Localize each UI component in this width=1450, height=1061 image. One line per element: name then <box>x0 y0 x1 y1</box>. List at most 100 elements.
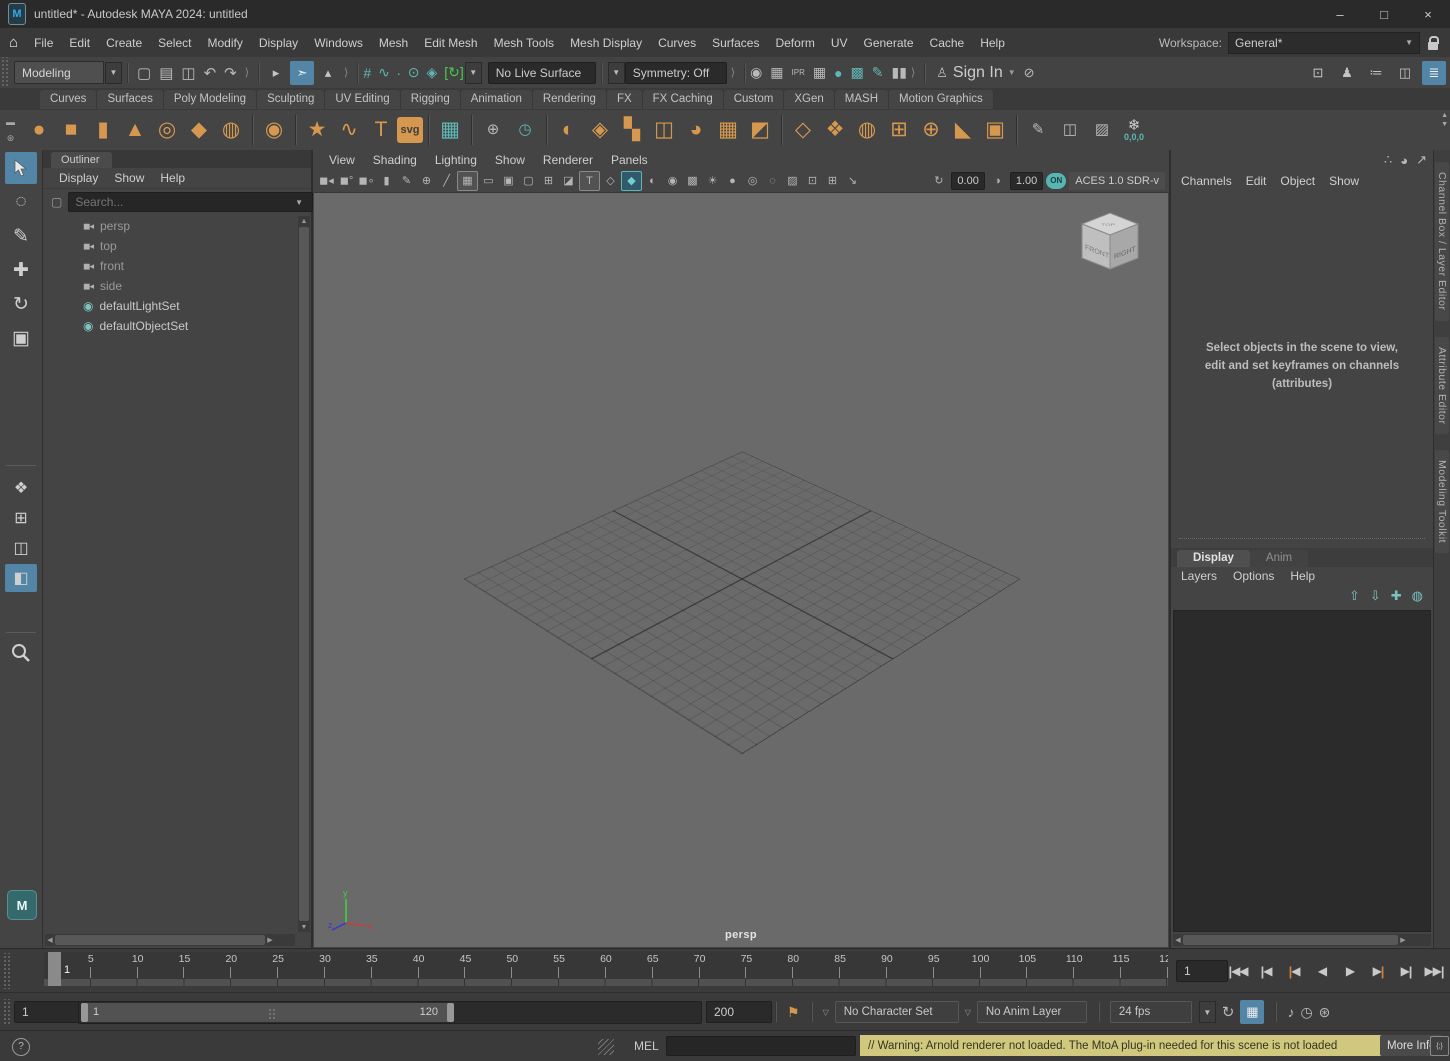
move-layer-up-icon[interactable]: ⇧ <box>1349 588 1360 604</box>
crease-tool-icon[interactable]: ✎ <box>1022 113 1054 147</box>
separator[interactable] <box>1011 115 1022 145</box>
outliner-hscrollbar[interactable]: ◀ ▶ <box>45 934 295 946</box>
list-item[interactable]: ◼◂ front <box>43 256 297 276</box>
sign-in-button[interactable]: ♙ Sign In ▼ <box>936 64 1015 82</box>
menu-item[interactable]: Object <box>1280 172 1315 190</box>
anim-layer-select[interactable]: No Anim Layer <box>977 1001 1087 1023</box>
bridge-icon[interactable]: ❖ <box>819 113 851 147</box>
menu-item[interactable]: Create <box>98 32 150 54</box>
menu-item[interactable]: Show <box>1329 172 1359 190</box>
wireframe-on-shaded-icon[interactable]: ▩ <box>687 174 697 187</box>
move-layer-down-icon[interactable]: ⇩ <box>1370 588 1381 604</box>
shelf-tab[interactable]: MASH <box>835 90 889 109</box>
quad-draw-icon[interactable]: ⊞ <box>883 113 915 147</box>
project-curve-icon[interactable]: ◍ <box>851 113 883 147</box>
poly-cone-icon[interactable]: ▲ <box>119 113 151 147</box>
chevron-down-icon[interactable]: ▽ <box>965 1008 971 1017</box>
menu-item[interactable]: Edit <box>1246 172 1267 190</box>
shelf-tab[interactable]: XGen <box>784 90 834 109</box>
symmetry-arrow[interactable]: ▼ <box>608 62 625 84</box>
channel-box-icon[interactable]: ≔ <box>1370 65 1383 81</box>
occlusion-icon[interactable]: ◎ <box>748 174 758 187</box>
minimize-icon[interactable]: – <box>1318 0 1362 28</box>
attribute-editor-icon[interactable]: ◫ <box>1399 65 1411 81</box>
evaluation-toolkit-icon[interactable]: ⊛ <box>1319 1004 1331 1021</box>
separator[interactable] <box>541 115 552 145</box>
resolution-gate-icon[interactable]: ▣ <box>503 174 513 187</box>
poly-helix-icon[interactable]: ∿ <box>333 113 365 147</box>
step-forward-key-button[interactable]: ▶| <box>1373 964 1384 979</box>
snap-options-arrow[interactable]: ▼ <box>465 62 482 84</box>
character-set-select[interactable]: No Character Set <box>835 1001 959 1023</box>
live-surface-field[interactable]: No Live Surface <box>488 62 596 84</box>
shelf-gear-icon[interactable]: ⊛ <box>6 133 15 144</box>
channel-graph-icon[interactable]: ↗ <box>1416 152 1427 168</box>
close-icon[interactable]: × <box>1406 0 1450 28</box>
workspace-select[interactable]: General*▼ <box>1228 32 1420 54</box>
go-to-start-button[interactable]: |◀◀ <box>1228 964 1247 979</box>
render-view-icon[interactable]: ◉ <box>750 64 762 81</box>
layout-two-pane[interactable]: ◫ <box>13 538 28 558</box>
search-input[interactable] <box>68 192 313 212</box>
undo-icon[interactable]: ↶ <box>204 64 217 82</box>
range-grip[interactable] <box>268 1008 276 1020</box>
range-slider-track[interactable]: 1 120 <box>78 1001 702 1024</box>
menu-item[interactable]: Panels <box>603 149 656 171</box>
menu-item[interactable]: Show <box>108 169 150 187</box>
scrollbar-thumb[interactable] <box>1183 935 1398 945</box>
range-start-handle[interactable] <box>81 1003 88 1022</box>
save-scene-icon[interactable]: ◫ <box>181 64 195 82</box>
play-backwards-button[interactable]: ◀ <box>1318 964 1326 978</box>
scrollbar-thumb[interactable] <box>55 935 265 945</box>
smooth-icon[interactable]: ◕ <box>680 113 712 147</box>
paint-effects-icon[interactable]: ✎ <box>872 64 884 81</box>
shelf-scroll-up-icon[interactable]: ▲ <box>1441 112 1448 119</box>
material-icon[interactable]: ◉ <box>668 174 678 187</box>
filter-icon[interactable]: ▢ <box>51 195 62 209</box>
shelf-tab[interactable]: Animation <box>461 90 533 109</box>
boolean-icon[interactable]: ◐ <box>552 113 584 147</box>
command-language-toggle[interactable]: MEL <box>634 1039 659 1053</box>
scroll-right-icon[interactable]: ▶ <box>1398 936 1408 944</box>
timeline-ruler[interactable]: 5101520253035404550556065707580859095100… <box>44 952 1168 986</box>
menu-item[interactable]: Display <box>251 32 306 54</box>
snap-to-origin-icon[interactable]: ❄ 0,0,0 <box>1118 118 1150 142</box>
menu-item[interactable]: File <box>26 32 61 54</box>
color-management-badge[interactable]: ON <box>1046 173 1066 189</box>
snap-grid-icon[interactable]: # <box>363 65 371 81</box>
lights-icon[interactable]: ☀ <box>708 174 718 187</box>
poly-type-icon[interactable]: T <box>365 113 397 147</box>
shelf-menu-icon[interactable]: ▬ <box>6 117 15 127</box>
separator[interactable] <box>776 115 787 145</box>
scrollbar-thumb[interactable] <box>299 227 309 921</box>
menu-item[interactable]: Edit <box>61 32 98 54</box>
new-scene-icon[interactable]: ▢ <box>137 64 151 82</box>
menu-item[interactable]: Help <box>972 32 1013 54</box>
outliner-vscrollbar[interactable]: ▲ ▼ <box>298 216 310 932</box>
menu-item[interactable]: Show <box>487 149 533 171</box>
home-icon[interactable]: ⌂ <box>9 34 18 51</box>
add-layer-from-selected-icon[interactable]: ◍ <box>1412 588 1423 604</box>
shadows-icon[interactable]: ● <box>729 175 736 187</box>
textured-icon[interactable]: ◐ <box>649 175 656 187</box>
menu-item[interactable]: Help <box>154 169 191 187</box>
uv-pin-icon[interactable]: ◫ <box>1054 113 1086 147</box>
shelf-tab[interactable]: Poly Modeling <box>164 90 257 109</box>
poly-cube-icon[interactable]: ■ <box>55 113 87 147</box>
sidebar-tab[interactable]: Attribute Editor <box>1435 337 1449 434</box>
scroll-down-icon[interactable]: ▼ <box>298 922 310 932</box>
mode-select[interactable]: Modeling <box>14 61 104 84</box>
render-frame-icon[interactable]: ▦ <box>770 64 783 81</box>
shelf-tab[interactable]: FX <box>607 90 643 109</box>
menu-item[interactable]: Windows <box>306 32 371 54</box>
shelf-tab[interactable]: Rigging <box>401 90 461 109</box>
menu-item[interactable]: Help <box>1290 567 1315 585</box>
scroll-left-icon[interactable]: ◀ <box>45 936 55 944</box>
shelf-tab[interactable]: FX Caching <box>643 90 724 109</box>
step-back-frame-button[interactable]: |◀ <box>1261 964 1272 979</box>
poly-plane-icon[interactable]: ◆ <box>183 113 215 147</box>
separator[interactable] <box>466 115 477 145</box>
poly-torus-icon[interactable]: ◎ <box>151 113 183 147</box>
current-frame-field[interactable]: 1 <box>1176 960 1228 982</box>
lasso-tool[interactable]: ◌ <box>15 191 26 213</box>
